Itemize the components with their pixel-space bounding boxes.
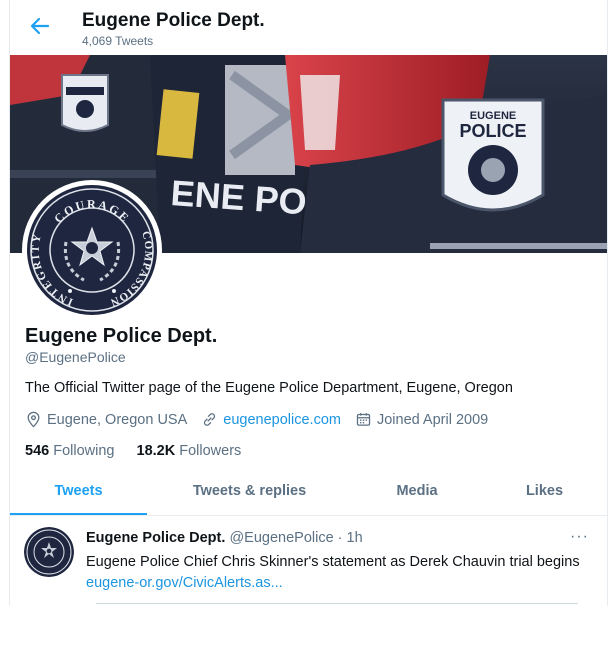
followers-link[interactable]: 18.2K Followers — [137, 443, 242, 459]
header-title: Eugene Police Dept. — [82, 10, 265, 31]
follow-stats: 546 Following 18.2K Followers — [25, 443, 259, 459]
tweet-link[interactable]: eugene-or.gov/CivicAlerts.as... — [86, 575, 283, 591]
joined-item: Joined April 2009 — [355, 411, 488, 428]
following-count: 546 — [25, 443, 50, 459]
tab-likes[interactable]: Likes — [482, 468, 607, 514]
link-card-edge[interactable] — [96, 603, 578, 606]
joined-text: Joined April 2009 — [376, 411, 489, 428]
tweet-avatar[interactable] — [24, 527, 74, 577]
profile-bio: The Official Twitter page of the Eugene … — [25, 380, 513, 396]
followers-count: 18.2K — [136, 443, 176, 459]
top-bar: Eugene Police Dept. 4,069 Tweets — [10, 0, 607, 54]
tab-tweets-label: Tweets — [54, 483, 103, 499]
tab-media-label: Media — [396, 483, 438, 499]
tab-tweets-replies-label: Tweets & replies — [192, 483, 307, 499]
tweet-header: Eugene Police Dept. @EugenePolice · 1h — [86, 530, 363, 546]
profile-handle: @EugenePolice — [25, 349, 126, 365]
tweet[interactable]: Eugene Police Dept. @EugenePolice · 1h ·… — [10, 516, 607, 606]
website-item: eugenepolice.com — [201, 411, 341, 428]
location-text: Eugene, Oregon USA — [47, 411, 188, 428]
active-tab-indicator — [10, 513, 147, 515]
website-link[interactable]: eugenepolice.com — [223, 412, 341, 428]
followers-label: Followers — [179, 443, 242, 459]
tab-tweets-replies[interactable]: Tweets & replies — [147, 468, 352, 514]
calendar-icon — [356, 413, 371, 426]
banner-badge-main: POLICE — [459, 121, 526, 141]
arrow-left-icon[interactable] — [28, 14, 52, 38]
link-icon — [204, 413, 216, 426]
tweet-author[interactable]: Eugene Police Dept. — [86, 530, 225, 546]
tweet-handle-time[interactable]: @EugenePolice · 1h — [229, 530, 362, 546]
header-tweet-count: 4,069 Tweets — [82, 34, 154, 48]
more-options-icon[interactable]: ··· — [570, 528, 589, 546]
profile-page: Eugene Police Dept. 4,069 Tweets ENE POL… — [9, 0, 608, 606]
location-pin-icon — [27, 411, 40, 428]
location-item: Eugene, Oregon USA — [25, 411, 187, 428]
tab-likes-label: Likes — [525, 483, 564, 499]
profile-name: Eugene Police Dept. — [25, 325, 218, 347]
tab-media[interactable]: Media — [352, 468, 482, 514]
profile-tabs: Tweets Tweets & replies Media Likes — [10, 468, 607, 516]
following-link[interactable]: 546 Following — [25, 443, 114, 459]
tab-tweets[interactable]: Tweets — [10, 468, 147, 515]
profile-avatar[interactable]: COURAGE INTEGRITY COMPASSION — [22, 180, 162, 320]
following-label: Following — [53, 443, 115, 459]
profile-meta: Eugene, Oregon USA eugenepolice.com Join… — [25, 411, 502, 428]
tweet-text: Eugene Police Chief Chris Skinner's stat… — [86, 554, 580, 570]
